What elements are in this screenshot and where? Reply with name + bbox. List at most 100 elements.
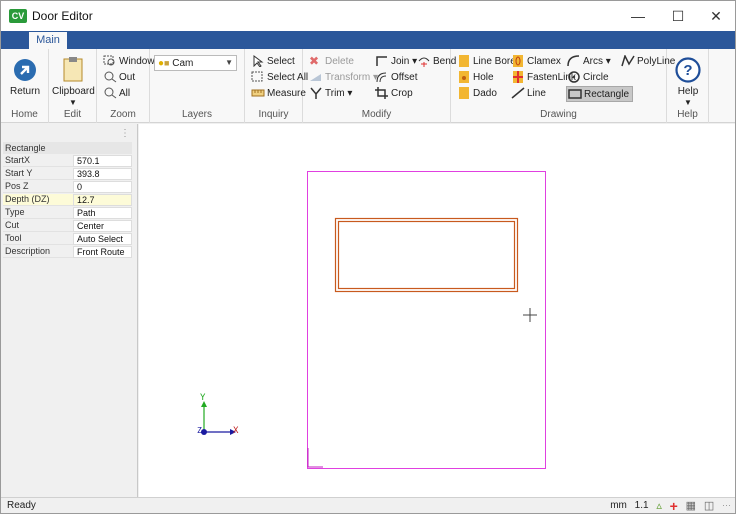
join-button[interactable]: Join ▾	[375, 54, 417, 70]
property-value[interactable]: Path	[73, 207, 132, 219]
property-key: Depth (DZ)	[3, 194, 73, 206]
rectangle-label: Rectangle	[584, 89, 630, 100]
zoom-all-icon	[103, 87, 117, 99]
layer-select[interactable]: ●■ Cam ▼	[154, 55, 237, 71]
property-row-startx: StartX 570.1	[3, 155, 132, 167]
dado-button[interactable]: Dado	[457, 86, 497, 102]
clamex-button[interactable]: Clamex	[511, 54, 561, 70]
arcs-label: Arcs	[583, 56, 603, 67]
group-modify: ✖ Delete Transform ▾ Trim ▾ Join ▾ Bend O…	[303, 49, 456, 123]
join-icon	[375, 55, 389, 67]
line-bore-button[interactable]: Line Bore	[457, 54, 516, 70]
property-key: StartX	[3, 155, 73, 167]
property-value[interactable]: Center	[73, 220, 132, 232]
status-bar: Ready mm 1.1 ▵ + ▦ ◫ ⋯	[1, 497, 735, 513]
group-edit-label: Edit	[63, 109, 82, 120]
property-key: Start Y	[3, 168, 73, 180]
offset-label: Offset	[391, 72, 418, 83]
clipboard-button[interactable]: Clipboard ▼	[52, 52, 95, 107]
crop-button[interactable]: Crop	[375, 86, 413, 102]
split-view-icon[interactable]: ◫	[704, 499, 714, 512]
snap-icon[interactable]: ▵	[656, 499, 662, 512]
transform-icon	[309, 71, 323, 83]
property-row-type: Type Path	[3, 207, 132, 219]
line-label: Line	[527, 88, 546, 99]
join-label: Join	[391, 56, 410, 67]
trim-button[interactable]: Trim ▾	[309, 86, 352, 102]
group-zoom: Window Out All Zoom	[97, 49, 155, 123]
circle-label: Circle	[583, 72, 609, 83]
property-value[interactable]: Auto Select	[73, 233, 132, 245]
circle-icon	[567, 71, 581, 84]
hole-button[interactable]: Hole	[457, 70, 494, 86]
units-label[interactable]: mm	[610, 500, 627, 511]
group-home: Return Home	[1, 49, 49, 123]
maximize-button[interactable]: ☐	[663, 5, 693, 27]
drawing-canvas[interactable]: Y X Z	[139, 124, 735, 497]
property-value[interactable]: 12.7	[73, 194, 132, 206]
arcs-button[interactable]: Arcs ▾	[567, 54, 611, 70]
route-rectangle-outer[interactable]	[334, 217, 519, 293]
measure-button[interactable]: Measure	[251, 86, 306, 102]
delete-button[interactable]: ✖ Delete	[309, 54, 354, 70]
minimize-button[interactable]: —	[623, 5, 653, 27]
group-help-label: Help	[677, 109, 698, 120]
route-rectangle-inner[interactable]	[337, 220, 516, 290]
help-button[interactable]: ? Help ▼	[667, 52, 709, 107]
zoom-out-button[interactable]: Out	[103, 70, 135, 86]
select-all-button[interactable]: Select All	[251, 70, 308, 86]
group-help: ? Help ▼ Help	[667, 49, 709, 123]
delete-icon: ✖	[309, 54, 320, 69]
properties-header: Rectangle	[3, 142, 132, 154]
canvas-svg	[201, 171, 546, 469]
resize-grip-icon[interactable]: ⋯	[722, 500, 731, 511]
line-button[interactable]: Line	[511, 86, 546, 102]
arc-icon	[567, 55, 581, 67]
zoom-out-icon	[103, 71, 117, 83]
property-row-cut: Cut Center	[3, 220, 132, 232]
crop-icon	[375, 87, 389, 100]
property-row-description: Description Front Route	[3, 246, 132, 258]
select-button[interactable]: Select	[251, 54, 295, 70]
ribbon-tab-strip: Main	[1, 31, 735, 49]
crop-label: Crop	[391, 88, 413, 99]
select-label: Select	[267, 56, 295, 67]
return-button[interactable]: Return	[4, 52, 46, 104]
grid-toggle-icon[interactable]: ▦	[686, 499, 696, 512]
circle-button[interactable]: Circle	[567, 70, 609, 86]
crosshair-toggle-icon[interactable]: +	[670, 499, 678, 513]
dado-icon	[457, 87, 471, 100]
window-title: Door Editor	[32, 9, 93, 23]
app-logo: CV	[9, 9, 27, 23]
zoom-window-button[interactable]: Window	[103, 54, 155, 70]
chevron-down-icon: ▼	[225, 58, 233, 67]
close-button[interactable]: ✕	[701, 5, 731, 27]
property-key: Tool	[3, 233, 73, 245]
zoom-all-button[interactable]: All	[103, 86, 130, 102]
property-value[interactable]: Front Route	[73, 246, 132, 258]
group-inquiry-label: Inquiry	[258, 109, 289, 120]
property-value[interactable]: 393.8	[73, 168, 132, 180]
clipboard-icon	[63, 57, 83, 82]
door-origin-marker	[307, 448, 323, 468]
transform-button[interactable]: Transform ▾	[309, 70, 378, 86]
group-modify-label: Modify	[361, 109, 392, 120]
help-label: Help	[677, 86, 699, 97]
offset-button[interactable]: Offset	[375, 70, 418, 86]
property-value[interactable]: 0	[73, 181, 132, 193]
property-value[interactable]: 570.1	[73, 155, 132, 167]
ruler-icon	[251, 87, 265, 99]
panel-grip-icon[interactable]: ⋮	[120, 128, 130, 139]
door-outline[interactable]	[307, 171, 546, 469]
return-icon	[14, 59, 36, 81]
line-bore-label: Line Bore	[473, 56, 516, 67]
transform-label: Transform	[325, 72, 371, 83]
chevron-down-icon: ▼	[69, 98, 77, 107]
property-row-tool: Tool Auto Select	[3, 233, 132, 245]
select-all-icon	[251, 71, 265, 83]
line-bore-icon	[457, 55, 471, 68]
tab-main[interactable]: Main	[29, 32, 67, 49]
rectangle-button[interactable]: Rectangle	[566, 86, 634, 102]
axis-z-label: Z	[197, 426, 202, 435]
zoom-level: 1.1	[634, 500, 649, 511]
